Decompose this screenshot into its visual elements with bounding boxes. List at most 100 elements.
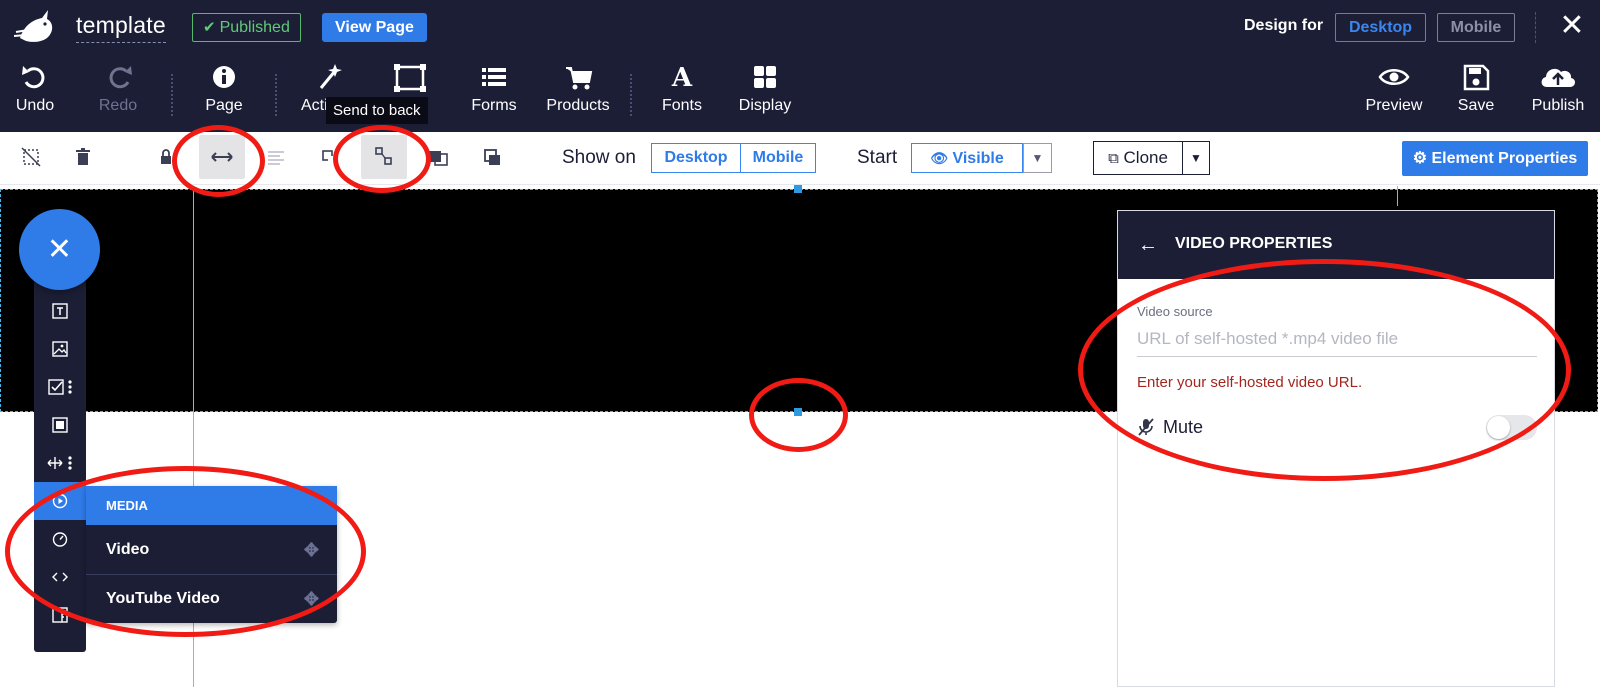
- chevron-down-icon[interactable]: ▼: [1182, 141, 1210, 175]
- gear-icon: ⚙: [1412, 150, 1428, 167]
- toolbar-separator: [275, 74, 277, 116]
- forms-label: Forms: [471, 97, 517, 114]
- publish-label: Publish: [1531, 97, 1585, 114]
- media-item-label: YouTube Video: [106, 590, 220, 607]
- toggle-knob: [1487, 416, 1510, 439]
- spacer-icon[interactable]: [34, 444, 86, 482]
- undo-button[interactable]: Undo: [12, 60, 58, 126]
- logo-icon[interactable]: [14, 8, 56, 46]
- media-menu: MEDIA Video ✥ YouTube Video ✥: [86, 486, 337, 623]
- visible-button[interactable]: 👁 Visible: [911, 143, 1023, 173]
- site-name[interactable]: template: [76, 12, 166, 43]
- eye-icon: 👁: [930, 150, 949, 166]
- info-icon: [213, 66, 235, 88]
- check-icon: ✔: [203, 19, 216, 36]
- box-icon[interactable]: [34, 406, 86, 444]
- fonts-icon: A: [671, 63, 693, 93]
- show-on-desktop-button[interactable]: Desktop: [651, 143, 741, 173]
- video-source-error: Enter your self-hosted video URL.: [1137, 374, 1363, 391]
- list-icon: [482, 68, 506, 86]
- fonts-button[interactable]: A Fonts: [660, 60, 704, 126]
- send-to-back-icon: [394, 64, 426, 92]
- divider: [1535, 12, 1536, 43]
- preview-label: Preview: [1365, 97, 1423, 114]
- forms-button[interactable]: Forms: [466, 60, 522, 126]
- magic-wand-icon: [319, 64, 342, 89]
- copy-icon[interactable]: [479, 144, 505, 170]
- move-icon[interactable]: ✥: [304, 575, 319, 623]
- code-icon[interactable]: [34, 558, 86, 596]
- layers-icon[interactable]: [426, 144, 452, 170]
- design-for-desktop-button[interactable]: Desktop: [1335, 13, 1426, 42]
- clone-label: Clone: [1123, 148, 1168, 167]
- page-button[interactable]: Page: [201, 60, 247, 126]
- send-backward-icon[interactable]: [361, 135, 407, 179]
- view-page-button[interactable]: View Page: [322, 13, 427, 42]
- element-toolbar: Show on Desktop Mobile Start 👁 Visible ▼…: [0, 132, 1600, 185]
- visible-label: Visible: [952, 150, 1004, 167]
- copy-icon: ⧉: [1108, 150, 1119, 167]
- display-button[interactable]: Display: [738, 60, 792, 126]
- save-label: Save: [1457, 97, 1495, 114]
- deselect-icon[interactable]: [18, 144, 44, 170]
- element-properties-label: Element Properties: [1431, 150, 1578, 167]
- editor-root: template ✔ Published View Page Design for…: [0, 0, 1600, 687]
- lock-icon[interactable]: [158, 144, 174, 170]
- show-on-mobile-button[interactable]: Mobile: [740, 143, 816, 173]
- main-toolbar: Undo Redo Page Acti Send to back Forms P…: [0, 54, 1600, 132]
- published-label: Published: [219, 19, 290, 36]
- element-sidebar: [34, 280, 86, 652]
- products-button[interactable]: Products: [544, 60, 612, 126]
- start-label: Start: [857, 147, 898, 168]
- stretch-icon[interactable]: [199, 135, 245, 179]
- close-menu-button[interactable]: ✕: [19, 209, 100, 290]
- products-label: Products: [546, 97, 610, 114]
- undo-icon: [22, 66, 45, 89]
- timer-icon[interactable]: [34, 520, 86, 558]
- panel-title: VIDEO PROPERTIES: [1175, 235, 1333, 252]
- publish-button[interactable]: Publish: [1528, 60, 1588, 126]
- media-item-label: Video: [106, 541, 150, 558]
- redo-label: Redo: [98, 97, 138, 114]
- clone-button[interactable]: ⧉ Clone: [1093, 141, 1183, 175]
- video-source-input[interactable]: URL of self-hosted *.mp4 video file: [1137, 325, 1537, 357]
- play-icon[interactable]: [34, 482, 86, 520]
- send-to-back-tooltip: Send to back: [326, 97, 428, 124]
- element-properties-button[interactable]: ⚙ Element Properties: [1402, 141, 1588, 176]
- video-source-label: Video source: [1137, 304, 1213, 319]
- published-badge: ✔ Published: [192, 13, 301, 42]
- media-item-youtube-video[interactable]: YouTube Video ✥: [86, 575, 337, 623]
- chevron-down-icon[interactable]: ▼: [1023, 143, 1052, 173]
- arrow-left-icon[interactable]: ←: [1138, 231, 1158, 259]
- show-on-label: Show on: [562, 147, 636, 168]
- panel-header: ← VIDEO PROPERTIES: [1118, 211, 1554, 279]
- checkbox-icon[interactable]: [34, 368, 86, 406]
- move-icon[interactable]: ✥: [304, 526, 319, 574]
- close-icon[interactable]: ✕: [1558, 11, 1586, 41]
- fonts-label: Fonts: [661, 97, 702, 114]
- undo-label: Undo: [15, 97, 55, 114]
- video-properties-panel: ← VIDEO PROPERTIES Video source URL of s…: [1117, 210, 1555, 687]
- save-button[interactable]: Save: [1454, 60, 1498, 126]
- facebook-icon[interactable]: [34, 596, 86, 634]
- eye-icon: [1378, 69, 1410, 85]
- trash-icon[interactable]: [70, 144, 96, 170]
- floppy-icon: [1463, 64, 1490, 91]
- cart-icon: [566, 67, 593, 90]
- mic-off-icon: [1138, 418, 1154, 436]
- design-for-mobile-button[interactable]: Mobile: [1437, 13, 1515, 42]
- align-icon[interactable]: [263, 144, 289, 170]
- cloud-upload-icon: [1541, 68, 1576, 87]
- image-icon[interactable]: [34, 330, 86, 368]
- text-icon[interactable]: [34, 292, 86, 330]
- redo-icon: [109, 66, 132, 89]
- preview-button[interactable]: Preview: [1364, 60, 1424, 126]
- mute-toggle[interactable]: [1486, 415, 1537, 440]
- top-bar: template ✔ Published View Page Design for…: [0, 0, 1600, 54]
- redo-button[interactable]: Redo: [94, 60, 142, 126]
- bring-forward-icon[interactable]: [318, 144, 344, 170]
- grid-icon: [754, 66, 776, 88]
- resize-handle[interactable]: [794, 408, 802, 416]
- resize-handle[interactable]: [794, 185, 802, 193]
- media-item-video[interactable]: Video ✥: [86, 526, 337, 574]
